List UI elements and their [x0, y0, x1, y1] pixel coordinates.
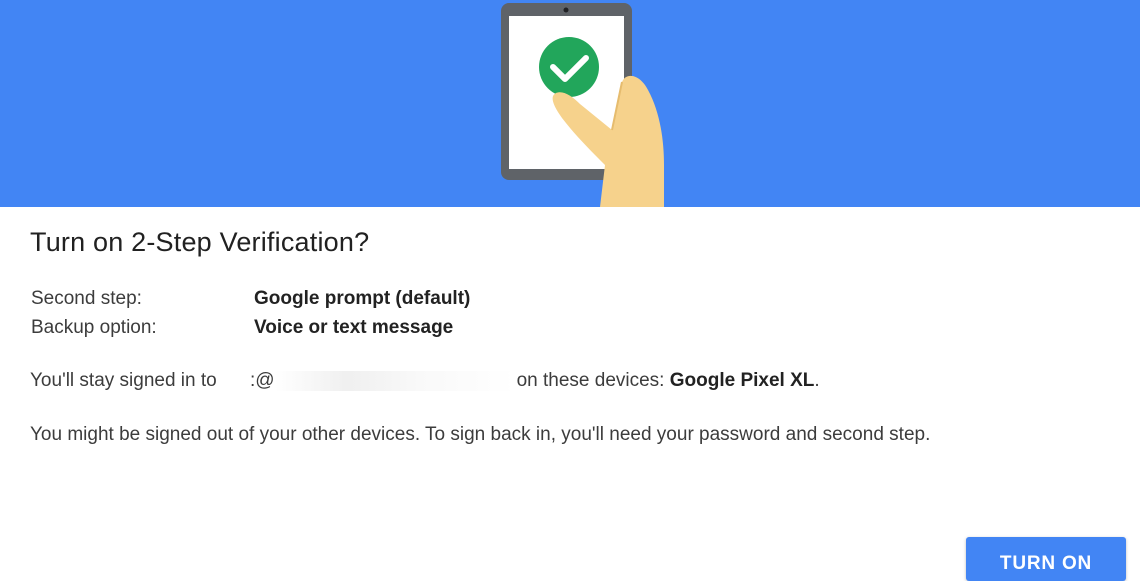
hero-banner	[0, 0, 1140, 207]
phone-hand-checkmark-icon	[501, 3, 664, 207]
backup-option-value: Voice or text message	[254, 317, 454, 338]
dialog-title: Turn on 2-Step Verification?	[30, 227, 370, 257]
email-redaction	[274, 370, 515, 391]
turn-on-button[interactable]: TURN ON	[966, 537, 1126, 581]
backup-option-row: Backup option: Voice or text message	[31, 317, 453, 339]
second-step-row: Second step: Google prompt (default)	[31, 288, 470, 310]
second-step-value: Google prompt (default)	[254, 288, 471, 309]
signed-in-suffix: on these devices:	[516, 370, 665, 391]
device-name: Google Pixel XL	[669, 370, 815, 391]
signed-in-prefix: You'll stay signed in to	[30, 370, 217, 391]
device-end: .	[814, 370, 820, 391]
signed-in-notice: You'll stay signed in to :@ on these devi…	[30, 370, 820, 392]
signout-note: You might be signed out of your other de…	[30, 424, 931, 445]
second-step-label: Second step:	[31, 288, 142, 309]
backup-option-label: Backup option:	[31, 317, 157, 338]
email-fragment: :@	[250, 370, 275, 391]
